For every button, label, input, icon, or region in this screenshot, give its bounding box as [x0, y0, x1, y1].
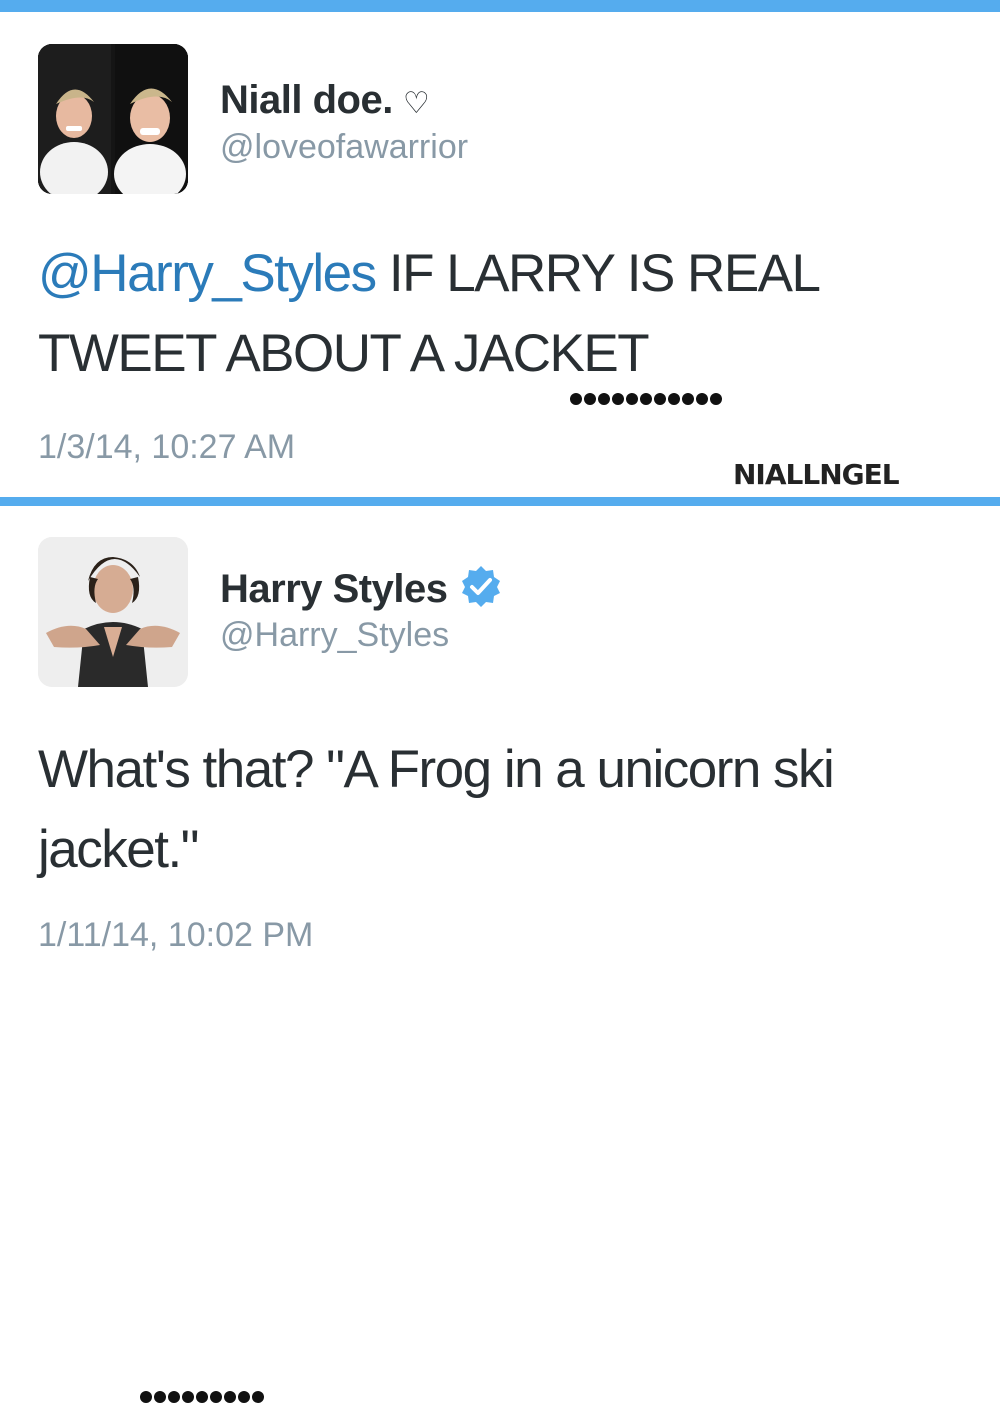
verified-badge-icon	[462, 566, 501, 607]
mention-link[interactable]: @Harry_Styles	[38, 244, 377, 303]
profile-photo-icon	[38, 44, 188, 194]
tweet-text: @Harry_Styles IF LARRY IS REAL TWEET ABO…	[38, 234, 968, 394]
user-handle[interactable]: @Harry_Styles	[220, 616, 449, 655]
watermark: NIALLNGEL	[733, 458, 900, 491]
emphasis-dots	[140, 1388, 264, 1406]
display-name[interactable]: Niall doe. ♡	[220, 78, 430, 123]
emphasis-dots	[570, 390, 722, 408]
profile-photo-icon	[38, 537, 188, 687]
tweet-text: What's that? "A Frog in a unicorn ski ja…	[38, 740, 835, 879]
tweet-card: Niall doe. ♡ @loveofawarrior @Harry_Style…	[0, 12, 1000, 497]
user-handle[interactable]: @loveofawarrior	[220, 128, 468, 167]
heart-icon: ♡	[402, 87, 430, 120]
avatar[interactable]	[38, 44, 188, 194]
tweet-timestamp[interactable]: 1/11/14, 10:02 PM	[38, 916, 313, 955]
tweet-timestamp[interactable]: 1/3/14, 10:27 AM	[38, 428, 295, 467]
avatar[interactable]	[38, 537, 188, 687]
middle-divider	[0, 497, 1000, 506]
top-divider	[0, 0, 1000, 12]
display-name[interactable]: Harry Styles	[220, 564, 503, 612]
